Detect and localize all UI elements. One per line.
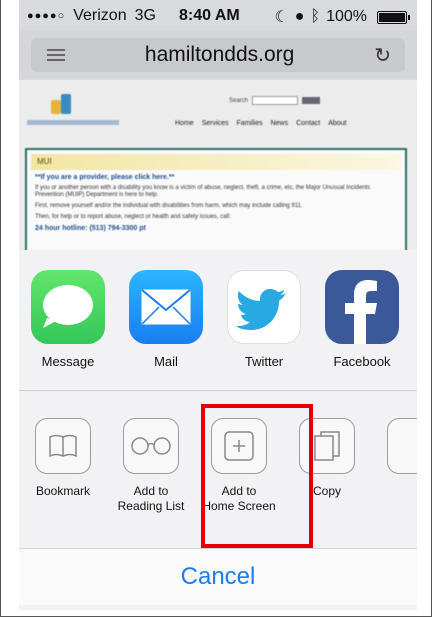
action-label: Bookmark bbox=[35, 484, 91, 498]
twitter-app[interactable]: Twitter bbox=[215, 270, 313, 370]
site-logo bbox=[51, 94, 73, 116]
paragraph: First, remove yourself and/or the indivi… bbox=[35, 203, 303, 209]
site-logo-tagline bbox=[27, 120, 119, 125]
facebook-f-icon bbox=[325, 270, 399, 344]
app-label: Mail bbox=[154, 354, 178, 369]
envelope-icon bbox=[129, 270, 203, 344]
site-search-label: Search bbox=[229, 97, 249, 104]
app-label: Facebook bbox=[333, 354, 391, 369]
site-nav-item: News bbox=[270, 120, 289, 127]
highlight-box bbox=[201, 404, 313, 548]
carrier-name: Verizon bbox=[73, 7, 127, 24]
share-apps-row: Message Mail Twitter Facebook bbox=[19, 270, 417, 370]
more-action-partial[interactable] bbox=[371, 418, 417, 528]
facebook-app[interactable]: Facebook bbox=[313, 270, 411, 370]
address-bar[interactable]: hamiltondds.org ↻ bbox=[31, 38, 405, 72]
bird-icon bbox=[227, 270, 301, 344]
app-label: Twitter bbox=[244, 354, 284, 369]
provider-callout: **If you are a provider, please click he… bbox=[35, 174, 175, 181]
reading-list-action[interactable]: Add to Reading List bbox=[107, 418, 195, 528]
site-nav: Home Services Families News Contact Abou… bbox=[175, 120, 347, 127]
message-bubble-icon bbox=[31, 270, 105, 344]
site-search-button bbox=[302, 97, 321, 104]
status-bar: ●●●●○ Verizon 3G 8:40 AM ☾ ● ᛒ 100% bbox=[19, 0, 417, 30]
cancel-button[interactable]: Cancel bbox=[19, 548, 417, 605]
url-text: hamiltondds.org bbox=[144, 43, 295, 66]
browser-toolbar: hamiltondds.org ↻ bbox=[19, 30, 417, 80]
moon-icon: ☾ bbox=[274, 9, 289, 26]
phone-screen: ●●●●○ Verizon 3G 8:40 AM ☾ ● ᛒ 100% hami… bbox=[19, 0, 417, 610]
signal-dots-icon: ●●●●○ bbox=[27, 10, 66, 22]
paragraph: If you or another person with a disabili… bbox=[35, 185, 371, 198]
lock-rotation-icon: ● bbox=[294, 8, 305, 25]
site-nav-item: Contact bbox=[296, 120, 321, 127]
hotline: 24 hour hotline: (513) 794-3300 pt bbox=[35, 225, 146, 232]
app-label: Message bbox=[41, 354, 95, 369]
site-content-box: MUI **If you are a provider, please clic… bbox=[25, 148, 407, 256]
bluetooth-icon: ᛒ bbox=[310, 8, 321, 25]
action-label: Add to Reading List bbox=[117, 484, 185, 513]
site-nav-item: About bbox=[328, 120, 347, 127]
share-sheet-divider bbox=[19, 390, 417, 391]
site-nav-item: Home bbox=[175, 120, 194, 127]
section-heading: MUI bbox=[31, 154, 401, 170]
battery-percent: 100% bbox=[326, 8, 367, 25]
more-icon bbox=[387, 418, 417, 474]
share-sheet: Message Mail Twitter Facebook Bookmark A… bbox=[19, 250, 417, 610]
battery-icon bbox=[377, 10, 410, 24]
bookmark-action[interactable]: Bookmark bbox=[19, 418, 107, 528]
glasses-icon bbox=[123, 418, 179, 474]
paragraph: Then, for help or to report abuse, negle… bbox=[35, 214, 231, 220]
book-icon bbox=[35, 418, 91, 474]
messages-app[interactable]: Message bbox=[19, 270, 117, 370]
webpage-preview: Search Home Services Families News Conta… bbox=[19, 80, 417, 256]
site-nav-item: Families bbox=[236, 120, 263, 127]
clock: 8:40 AM bbox=[179, 7, 240, 24]
network-type: 3G bbox=[134, 7, 156, 24]
mail-app[interactable]: Mail bbox=[117, 270, 215, 370]
battery-fill bbox=[379, 12, 405, 22]
reload-icon[interactable]: ↻ bbox=[374, 43, 391, 68]
site-search: Search bbox=[229, 96, 321, 105]
site-nav-item: Services bbox=[201, 120, 229, 127]
reader-menu-icon[interactable] bbox=[47, 46, 65, 64]
site-search-field bbox=[252, 96, 299, 105]
